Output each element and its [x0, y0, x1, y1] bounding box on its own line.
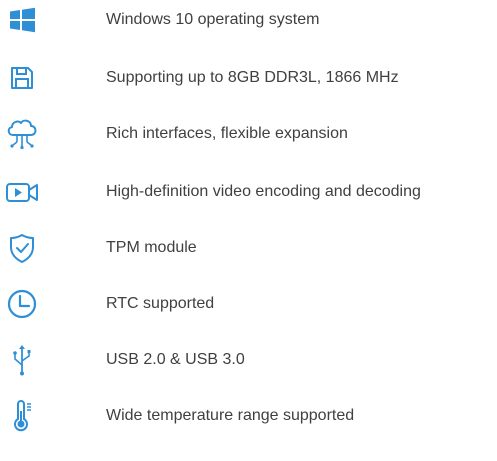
- shield-check-icon: [4, 230, 40, 266]
- list-item: TPM module: [0, 228, 497, 268]
- list-item: USB 2.0 & USB 3.0: [0, 340, 497, 380]
- thermometer-icon: [4, 398, 40, 434]
- list-item: Windows 10 operating system: [0, 0, 497, 40]
- list-item: Supporting up to 8GB DDR3L, 1866 MHz: [0, 58, 497, 98]
- cloud-network-icon: [4, 116, 40, 152]
- usb-icon: [4, 342, 40, 378]
- list-item: Wide temperature range supported: [0, 396, 497, 436]
- feature-label: USB 2.0 & USB 3.0: [106, 351, 245, 368]
- list-item: RTC supported: [0, 284, 497, 324]
- video-camera-icon: [4, 174, 40, 210]
- feature-label: Supporting up to 8GB DDR3L, 1866 MHz: [106, 69, 399, 86]
- feature-label: Windows 10 operating system: [106, 11, 320, 28]
- feature-label: Wide temperature range supported: [106, 407, 355, 424]
- feature-label: High-definition video encoding and decod…: [106, 183, 421, 200]
- floppy-disk-icon: [4, 60, 40, 96]
- feature-list: Windows 10 operating system Supporting u…: [0, 0, 497, 461]
- feature-label: RTC supported: [106, 295, 215, 312]
- list-item: Rich interfaces, flexible expansion: [0, 114, 497, 154]
- feature-label: Rich interfaces, flexible expansion: [106, 125, 348, 142]
- list-item: High-definition video encoding and decod…: [0, 172, 497, 212]
- clock-icon: [4, 286, 40, 322]
- windows-logo-icon: [4, 2, 40, 38]
- feature-label: TPM module: [106, 239, 197, 256]
